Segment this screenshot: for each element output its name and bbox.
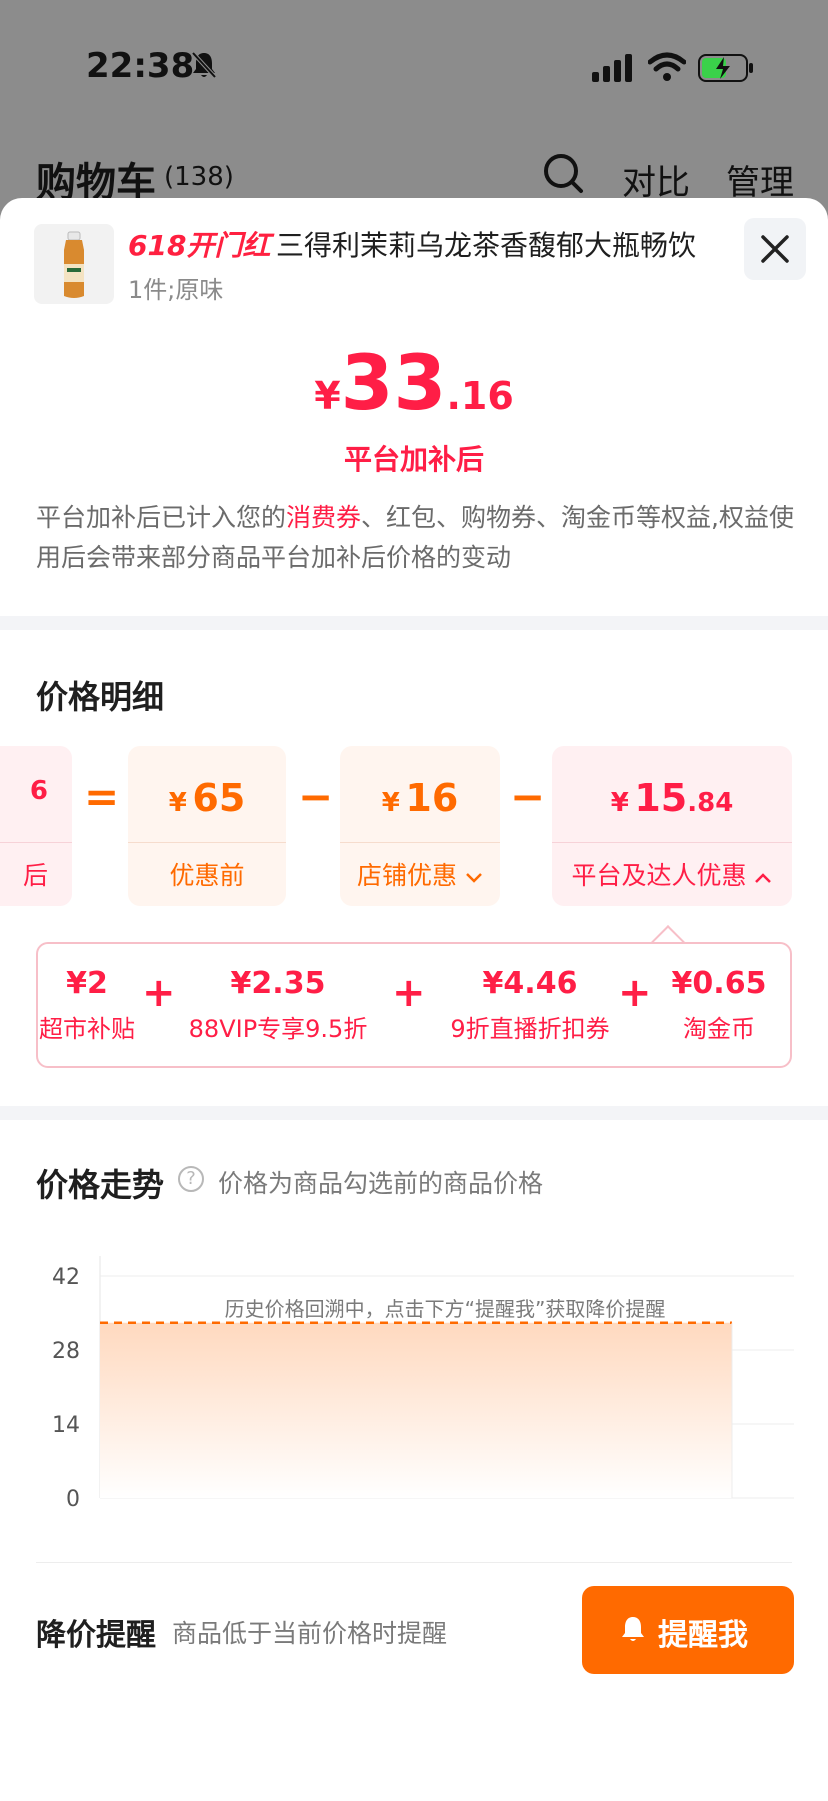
section-divider (0, 616, 828, 630)
y-tick-label: 28 (52, 1339, 80, 1364)
close-button[interactable] (744, 218, 806, 280)
y-tick-label: 14 (52, 1413, 80, 1438)
price-integer: 33 (340, 338, 447, 427)
help-icon[interactable]: ? (178, 1166, 204, 1192)
y-tick-label: 42 (52, 1265, 80, 1290)
price-card-original: ¥ 65 优惠前 (128, 746, 286, 906)
price-alert-subtitle: 商品低于当前价格时提醒 (172, 1619, 448, 1648)
cellular-signal-icon (592, 54, 632, 82)
sub-item-name: 超市补贴 (39, 1015, 135, 1043)
section-divider (0, 1106, 828, 1120)
card-integer: 65 (192, 776, 246, 820)
plus-operator: + (142, 970, 176, 1016)
card-label: 平台及达人优惠 (571, 861, 747, 890)
price-area (100, 1322, 732, 1498)
tea-bottle-icon (64, 231, 84, 298)
sub-item-name: 88VIP专享9.5折 (188, 1015, 368, 1043)
price-trend-chart: 42 28 14 0 历史价格回溯中，点击下方“提醒我”获取降价提醒 (52, 1256, 794, 1512)
price-detail-title: 价格明细 (36, 678, 165, 716)
sub-item-value: ¥4.46 (482, 966, 578, 1001)
product-thumbnail (34, 224, 114, 304)
card-symbol: ¥ (610, 788, 629, 818)
card-symbol: ¥ (168, 788, 187, 818)
price-card-partial: 6 后 (0, 746, 72, 906)
bell-icon (622, 1617, 644, 1641)
price-symbol: ¥ (314, 374, 341, 418)
equals-operator: = (84, 772, 120, 821)
chevron-down-icon (466, 873, 482, 883)
product-title: 三得利茉莉乌龙茶香馥郁大瓶畅饮 (276, 229, 697, 262)
promo-tag: 618开门红 (128, 229, 271, 262)
search-icon[interactable] (542, 152, 584, 194)
battery-icon (698, 54, 753, 82)
remind-me-label: 提醒我 (658, 1618, 748, 1653)
price-alert-title: 降价提醒 (36, 1618, 156, 1653)
card-integer: 16 (405, 776, 459, 820)
price-detail-sheet: 618开门红 三得利茉莉乌龙茶香馥郁大瓶畅饮 1件;原味 ¥33.16 平台加补… (0, 198, 828, 1801)
status-time: 22:38 (86, 46, 195, 86)
sub-item-88vip: ¥2.35 88VIP专享9.5折 (178, 966, 378, 1044)
card-integer: 15 (634, 776, 688, 820)
divider-line (36, 1562, 792, 1563)
card-label: 店铺优惠 (357, 861, 458, 890)
price-card-shop-discount[interactable]: ¥ 16 店铺优惠 (340, 746, 500, 906)
remind-me-button[interactable]: 提醒我 (582, 1586, 794, 1674)
sub-item-taojinbi: ¥0.65 淘金币 (652, 966, 786, 1044)
status-bar: 22:38 (0, 40, 828, 96)
sub-item-live-coupon: ¥4.46 9折直播折扣券 (430, 966, 630, 1044)
y-tick-label: 0 (66, 1487, 80, 1512)
price-trend-title: 价格走势 (36, 1166, 165, 1204)
sub-item-value: ¥2 (66, 966, 108, 1001)
product-spec: 1件;原味 (128, 276, 224, 304)
price-decimal: .16 (446, 374, 514, 418)
sub-item-value: ¥0.65 (671, 966, 767, 1001)
card-symbol: ¥ (381, 788, 400, 818)
chevron-up-icon (755, 873, 772, 883)
mute-bell-icon (191, 51, 217, 79)
plus-operator: + (618, 970, 652, 1016)
price-note: 平台加补后已计入您的消费券、红包、购物券、淘金币等权益,权益使用后会带来部分商品… (36, 498, 796, 578)
compare-button[interactable]: 对比 (622, 155, 690, 204)
sub-item-supermarket: ¥2 超市补贴 (38, 966, 152, 1044)
partial-card-amount: 6 (29, 776, 48, 806)
final-price-label: 平台加补后 (343, 443, 484, 476)
card-label: 优惠前 (169, 861, 245, 890)
final-price: ¥33.16 (0, 338, 828, 427)
partial-card-label: 后 (22, 861, 48, 890)
manage-button[interactable]: 管理 (726, 155, 794, 204)
sub-item-name: 9折直播折扣券 (450, 1015, 610, 1043)
plus-operator: + (392, 970, 426, 1016)
price-card-platform-discount[interactable]: ¥ 15.84 平台及达人优惠 (552, 746, 792, 906)
wifi-icon (648, 52, 686, 81)
note-text-1: 平台加补后已计入您的 (36, 503, 287, 532)
sub-item-name: 淘金币 (683, 1015, 755, 1043)
platform-discount-breakdown: ¥2 超市补贴 + ¥2.35 88VIP专享9.5折 + ¥4.46 9折直播… (36, 942, 792, 1068)
card-label-row: 平台及达人优惠 (552, 856, 792, 892)
chart-notice: 历史价格回溯中，点击下方“提醒我”获取降价提醒 (225, 1297, 666, 1321)
minus-operator: − (298, 772, 334, 821)
note-highlight: 消费券 (286, 503, 362, 532)
close-icon (761, 235, 789, 263)
card-label-row: 店铺优惠 (340, 856, 500, 892)
cart-count: (138) (164, 162, 234, 192)
minus-operator: − (510, 772, 546, 821)
price-trend-subtitle: 价格为商品勾选前的商品价格 (218, 1169, 544, 1198)
sub-item-value: ¥2.35 (230, 966, 326, 1001)
card-decimal: .84 (687, 788, 734, 818)
